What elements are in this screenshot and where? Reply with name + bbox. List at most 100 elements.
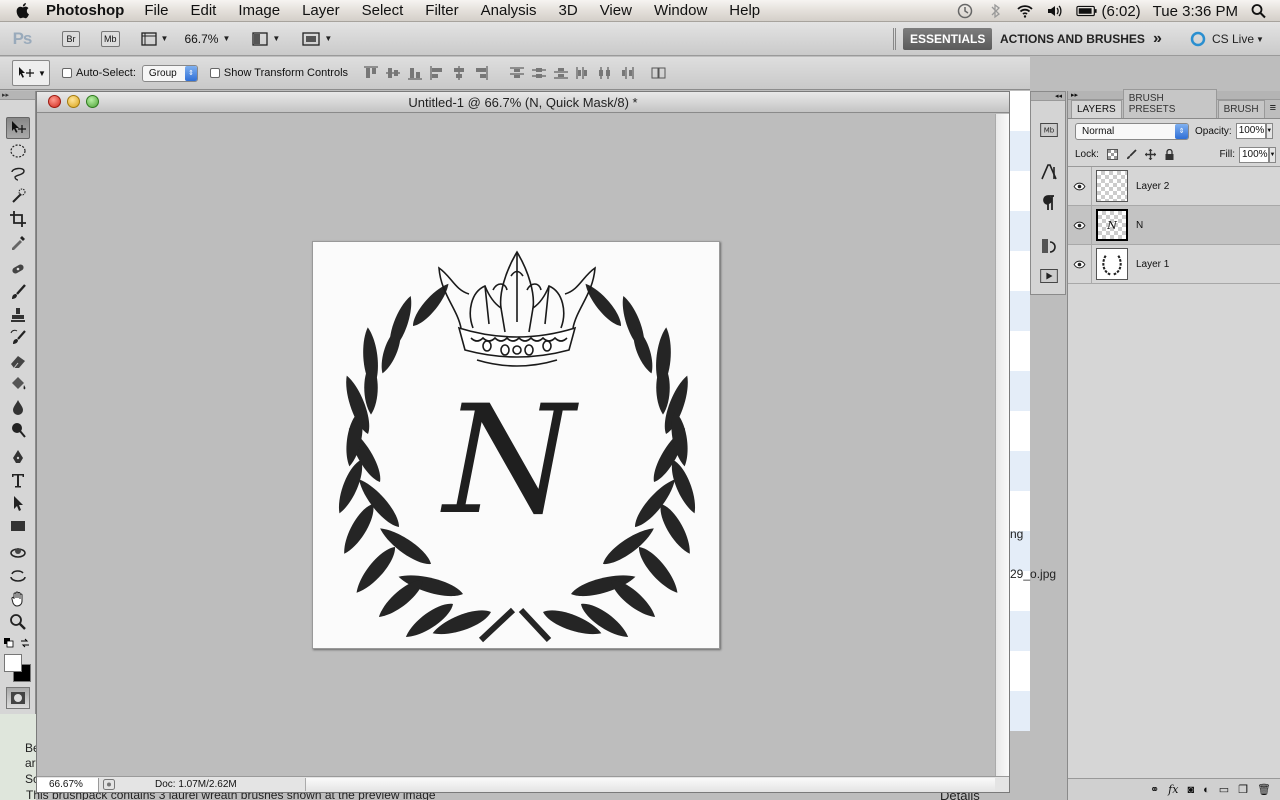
layer-row[interactable]: N N — [1068, 205, 1280, 245]
align-top-edges-icon[interactable] — [362, 65, 380, 81]
launch-bridge-button[interactable]: Br — [62, 30, 80, 47]
align-left-edges-icon[interactable] — [428, 65, 446, 81]
paragraph-panel-icon[interactable] — [1039, 193, 1059, 213]
app-name-menu[interactable]: Photoshop — [46, 2, 124, 19]
blend-mode-dropdown[interactable]: Normal ⇕ — [1075, 122, 1189, 140]
dock-collapse-handle[interactable]: ◂◂ — [1031, 92, 1065, 101]
menu-window[interactable]: Window — [643, 2, 718, 19]
adjustment-layer-icon[interactable]: ◐ — [1203, 784, 1210, 796]
zoom-window-button[interactable] — [86, 95, 99, 108]
layer-visibility-toggle[interactable] — [1068, 166, 1092, 206]
opacity-field[interactable]: 100% — [1235, 123, 1266, 139]
menu-3d[interactable]: 3D — [548, 2, 589, 19]
history-brush-tool[interactable] — [6, 327, 30, 349]
pen-tool[interactable] — [6, 446, 30, 468]
tool-preset-picker[interactable]: ▼ — [12, 60, 50, 86]
lasso-tool[interactable] — [6, 162, 30, 184]
layer-name[interactable]: N — [1136, 220, 1143, 231]
layer-visibility-toggle[interactable] — [1068, 244, 1092, 284]
align-right-edges-icon[interactable] — [472, 65, 490, 81]
move-tool[interactable] — [6, 117, 30, 139]
layer-style-fx-icon[interactable]: fx — [1168, 783, 1178, 796]
apple-menu-icon[interactable] — [0, 2, 46, 20]
auto-select-target-dropdown[interactable]: Group ⇕ — [141, 64, 198, 82]
volume-icon[interactable] — [1046, 3, 1064, 19]
type-tool[interactable] — [6, 469, 30, 491]
3d-orbit-tool[interactable] — [6, 565, 30, 587]
zoom-level-dropdown[interactable]: 66.7% ▼ — [184, 32, 230, 46]
zoom-tool[interactable] — [6, 611, 30, 633]
marquee-tool[interactable] — [6, 140, 30, 162]
menu-image[interactable]: Image — [227, 2, 291, 19]
character-panel-icon[interactable] — [1039, 162, 1059, 182]
tab-brush[interactable]: BRUSH — [1217, 100, 1265, 118]
new-group-icon[interactable]: ▭ — [1219, 783, 1229, 796]
tab-layers[interactable]: LAYERS — [1071, 100, 1122, 118]
quick-selection-tool[interactable] — [6, 185, 30, 207]
brush-tool[interactable] — [6, 281, 30, 303]
menu-select[interactable]: Select — [351, 2, 415, 19]
arrange-documents-dropdown[interactable]: ▼ — [252, 31, 280, 46]
swap-colors-icon[interactable] — [20, 637, 30, 648]
distribute-right-icon[interactable] — [618, 65, 636, 81]
workspace-overflow-button[interactable]: » — [1146, 28, 1169, 50]
status-info-icon[interactable] — [103, 779, 115, 790]
menu-analysis[interactable]: Analysis — [470, 2, 548, 19]
show-transform-controls-box[interactable] — [209, 68, 220, 78]
horizontal-scrollbar[interactable] — [305, 778, 995, 791]
actions-panel-icon[interactable] — [1039, 266, 1059, 286]
eyedropper-tool[interactable] — [6, 231, 30, 253]
distribute-vertical-centers-icon[interactable] — [530, 65, 548, 81]
bluetooth-icon[interactable] — [986, 3, 1004, 19]
menu-filter[interactable]: Filter — [414, 2, 469, 19]
view-extras-dropdown[interactable]: ▼ — [140, 31, 168, 46]
align-bottom-edges-icon[interactable] — [406, 65, 424, 81]
menu-view[interactable]: View — [589, 2, 643, 19]
hand-tool[interactable] — [6, 588, 30, 610]
link-layers-icon[interactable]: ⚭ — [1150, 783, 1159, 796]
tab-brush-presets[interactable]: BRUSH PRESETS — [1122, 89, 1217, 118]
auto-align-layers-icon[interactable] — [650, 65, 668, 81]
layer-name[interactable]: Layer 2 — [1136, 181, 1169, 192]
fill-field[interactable]: 100% — [1239, 146, 1269, 163]
layer-row[interactable]: Layer 1 — [1068, 244, 1280, 284]
menu-help[interactable]: Help — [718, 2, 771, 19]
distribute-top-icon[interactable] — [508, 65, 526, 81]
clone-stamp-tool[interactable] — [6, 304, 30, 326]
distribute-left-icon[interactable] — [574, 65, 592, 81]
fill-slider-toggle[interactable]: ▼ — [1269, 146, 1276, 163]
mini-bridge-panel-icon[interactable]: Mb — [1039, 120, 1059, 140]
cs-live-button[interactable]: CS Live ▼ — [1183, 28, 1271, 50]
align-horizontal-centers-icon[interactable] — [450, 65, 468, 81]
menubar-clock[interactable]: Tue 3:36 PM — [1153, 3, 1238, 20]
auto-select-checkbox[interactable]: Auto-Select: — [62, 67, 136, 79]
layer-visibility-toggle[interactable] — [1068, 205, 1092, 245]
lock-image-pixels-icon[interactable] — [1126, 149, 1137, 160]
workspace-essentials-button[interactable]: ESSENTIALS — [903, 28, 993, 50]
foreground-color-swatch[interactable] — [4, 654, 22, 672]
paint-bucket-tool[interactable] — [6, 373, 30, 395]
distribute-bottom-icon[interactable] — [552, 65, 570, 81]
quick-mask-mode-button[interactable] — [6, 687, 30, 709]
distribute-horizontal-centers-icon[interactable] — [596, 65, 614, 81]
auto-select-box[interactable] — [62, 68, 72, 78]
wifi-icon[interactable] — [1016, 3, 1034, 19]
layer-row[interactable]: Layer 2 — [1068, 166, 1280, 206]
new-layer-icon[interactable]: ❐ — [1238, 783, 1248, 796]
workspace-actions-brushes-button[interactable]: ACTIONS AND BRUSHES — [993, 28, 1152, 50]
crop-tool[interactable] — [6, 208, 30, 230]
battery-status[interactable]: (6:02) — [1076, 3, 1141, 20]
minimize-window-button[interactable] — [67, 95, 80, 108]
blur-tool[interactable] — [6, 396, 30, 418]
canvas-pasteboard[interactable]: N — [37, 114, 995, 776]
eraser-tool[interactable] — [6, 350, 30, 372]
close-window-button[interactable] — [48, 95, 61, 108]
dodge-tool[interactable] — [6, 419, 30, 441]
add-layer-mask-icon[interactable]: ◙ — [1187, 784, 1194, 796]
status-zoom-field[interactable]: 66.67% — [37, 777, 99, 792]
menu-file[interactable]: File — [133, 2, 179, 19]
layer-name[interactable]: Layer 1 — [1136, 259, 1169, 270]
opacity-slider-toggle[interactable]: ▼ — [1265, 123, 1273, 139]
align-vertical-centers-icon[interactable] — [384, 65, 402, 81]
delete-layer-icon[interactable]: 🗑 — [1257, 783, 1271, 796]
